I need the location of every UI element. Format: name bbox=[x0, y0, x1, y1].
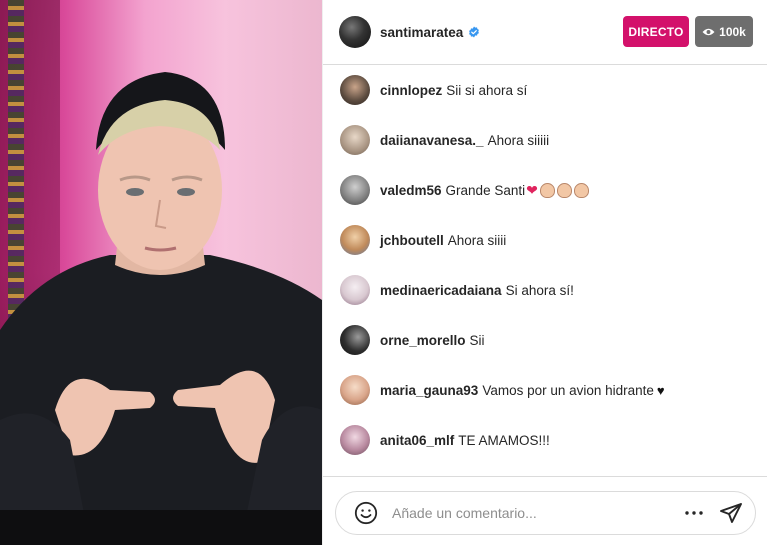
comment-username[interactable]: valedm56 bbox=[380, 183, 442, 198]
eye-icon bbox=[702, 28, 715, 35]
viewer-count: 100k bbox=[719, 24, 746, 39]
streamer-figure: # bbox=[0, 72, 322, 545]
commenter-avatar[interactable] bbox=[340, 275, 370, 305]
comment-item: maria_gauna93 Vamos por un avion hidrant… bbox=[323, 365, 767, 415]
red-heart-emoji-icon: ❤ bbox=[526, 181, 538, 198]
live-side-panel: santimaratea DIRECTO 100k cinnlopez Sii … bbox=[322, 0, 767, 545]
comment-text: Sii si ahora sí bbox=[446, 82, 528, 98]
comment-composer bbox=[335, 491, 756, 535]
commenter-avatar[interactable] bbox=[340, 425, 370, 455]
live-header: santimaratea DIRECTO 100k bbox=[323, 0, 767, 65]
clap-emoji-icon bbox=[556, 182, 572, 198]
comment-text: Grande Santi bbox=[445, 182, 526, 198]
commenter-avatar[interactable] bbox=[340, 225, 370, 255]
more-options-button[interactable] bbox=[683, 502, 705, 524]
live-status-badge: DIRECTO bbox=[623, 16, 689, 47]
viewer-count-badge[interactable]: 100k bbox=[695, 16, 753, 47]
comment-username[interactable]: orne_morello bbox=[380, 333, 466, 348]
streamer-username[interactable]: santimaratea bbox=[380, 25, 463, 40]
comment-username[interactable]: anita06_mlf bbox=[380, 433, 454, 448]
comment-username[interactable]: daiianavanesa._ bbox=[380, 133, 484, 148]
emoji-smile-icon[interactable] bbox=[354, 501, 378, 525]
commenter-avatar[interactable] bbox=[340, 175, 370, 205]
commenter-avatar[interactable] bbox=[340, 375, 370, 405]
comment-list: cinnlopez Sii si ahora sí daiianavanesa.… bbox=[323, 65, 767, 465]
send-icon[interactable] bbox=[719, 501, 743, 525]
clap-emoji-icon bbox=[539, 182, 555, 198]
comment-username[interactable]: cinnlopez bbox=[380, 83, 442, 98]
comment-text: Sii bbox=[469, 332, 485, 348]
comment-item: jchboutell Ahora siiii bbox=[323, 215, 767, 265]
comment-item: cinnlopez Sii si ahora sí bbox=[323, 65, 767, 115]
comment-text: Ahora siiii bbox=[447, 232, 507, 248]
black-heart-emoji-icon: ♥ bbox=[656, 382, 665, 398]
comment-item: daiianavanesa._ Ahora siiiii bbox=[323, 115, 767, 165]
more-dots-icon bbox=[685, 511, 703, 515]
comment-text: Vamos por un avion hidrante bbox=[482, 382, 654, 398]
comment-item: valedm56 Grande Santi ❤ bbox=[323, 165, 767, 215]
comment-item: anita06_mlf TE AMAMOS!!! bbox=[323, 415, 767, 465]
comment-text: Si ahora sí! bbox=[505, 282, 574, 298]
comment-text: TE AMAMOS!!! bbox=[458, 432, 550, 448]
comment-text: Ahora siiiii bbox=[487, 132, 550, 148]
commenter-avatar[interactable] bbox=[340, 325, 370, 355]
comment-username[interactable]: medinaericadaiana bbox=[380, 283, 502, 298]
comment-item: orne_morello Sii bbox=[323, 315, 767, 365]
comment-username[interactable]: maria_gauna93 bbox=[380, 383, 478, 398]
comment-username[interactable]: jchboutell bbox=[380, 233, 444, 248]
composer-divider bbox=[323, 476, 767, 477]
commenter-avatar[interactable] bbox=[340, 75, 370, 105]
streamer-avatar[interactable] bbox=[339, 16, 371, 48]
verified-badge-icon bbox=[469, 26, 480, 38]
comment-input[interactable] bbox=[392, 505, 683, 521]
live-video[interactable]: # bbox=[0, 0, 322, 545]
clap-emoji-icon bbox=[573, 182, 589, 198]
comment-item: medinaericadaiana Si ahora sí! bbox=[323, 265, 767, 315]
commenter-avatar[interactable] bbox=[340, 125, 370, 155]
